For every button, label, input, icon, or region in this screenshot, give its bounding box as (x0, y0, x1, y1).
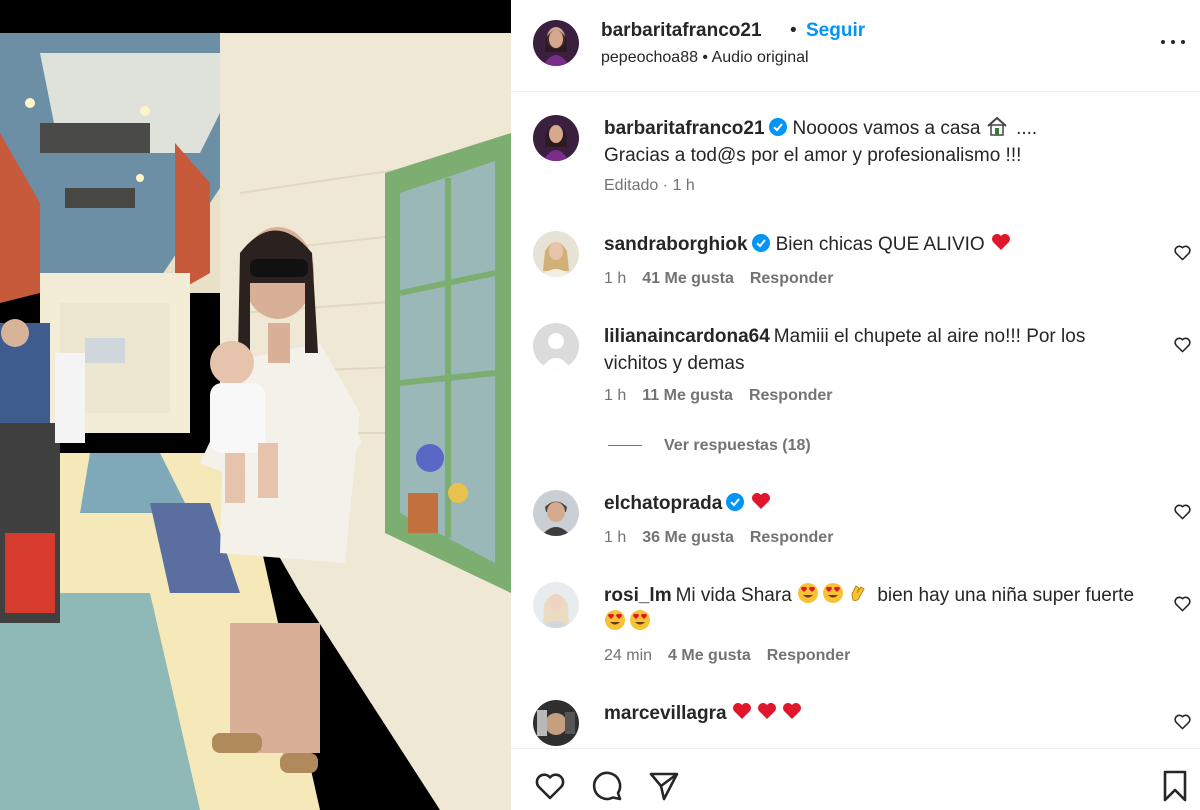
comments-list[interactable]: barbaritafranco21 Nooоos vamos a casa ...… (511, 93, 1200, 748)
caption-edited-time: Editado · 1 h (604, 177, 695, 194)
commenter-avatar[interactable] (533, 582, 579, 628)
comment-likes[interactable]: 36 Me gusta (642, 529, 734, 546)
heart-icon[interactable] (1173, 243, 1192, 262)
reply-button[interactable]: Responder (750, 529, 834, 546)
comment-meta: 1 h 36 Me gusta Responder (604, 529, 849, 547)
red-heart-emoji-icon (757, 703, 776, 719)
comment-text: Bien chicas QUE ALIVIO (775, 234, 985, 255)
header-separator: • (790, 20, 797, 41)
heart-icon[interactable] (1173, 594, 1192, 613)
comment-username[interactable]: elchatoprada (604, 493, 722, 514)
caption-ellipsis: .... (1016, 118, 1038, 139)
red-heart-emoji-icon (991, 234, 1010, 250)
post-panel: barbaritafranco21 • Seguir pepeochoa88 •… (511, 0, 1200, 810)
action-bar (511, 748, 1200, 810)
clapping-hands-emoji-icon (851, 585, 865, 601)
comment-text-line2: vichitos y demas (604, 353, 745, 374)
caption-username[interactable]: barbaritafranco21 (604, 118, 765, 139)
comment-likes[interactable]: 4 Me gusta (668, 647, 751, 664)
commenter-avatar-default[interactable] (533, 323, 579, 369)
audio-attribution[interactable]: pepeochoa88 • Audio original (601, 49, 809, 67)
comment-time: 24 min (604, 647, 653, 664)
comment-body: marcevillagra (604, 700, 1156, 727)
house-emoji-icon (987, 116, 1007, 136)
heart-icon[interactable] (1173, 712, 1192, 731)
caption-text: Nooоos vamos a casa (792, 118, 981, 139)
post-header: barbaritafranco21 • Seguir pepeochoa88 •… (511, 0, 1200, 92)
replies-divider (608, 445, 642, 447)
comment-likes[interactable]: 11 Me gusta (642, 387, 733, 404)
commenter-avatar[interactable] (533, 700, 579, 746)
comment-body: elchatoprada (604, 490, 1156, 517)
follow-button[interactable]: Seguir (806, 20, 865, 42)
comment-meta: 24 min 4 Me gusta Responder (604, 647, 866, 665)
comment-bubble-icon[interactable] (590, 769, 624, 803)
red-heart-emoji-icon (752, 493, 771, 509)
comment-meta: 1 h 11 Me gusta Responder (604, 387, 849, 405)
heart-eyes-emoji-icon (605, 610, 625, 630)
comment-time: 1 h (604, 529, 627, 546)
red-heart-emoji-icon (782, 703, 801, 719)
heart-eyes-emoji-icon (630, 610, 650, 630)
comment-text-after: bien hay una niña super fuerte (877, 585, 1135, 606)
comment-likes[interactable]: 41 Me gusta (642, 270, 734, 287)
caption-avatar[interactable] (533, 115, 579, 161)
comment-username[interactable]: sandraborghiok (604, 234, 748, 255)
paper-plane-icon[interactable] (647, 769, 681, 803)
comment-meta: 1 h 41 Me gusta Responder (604, 270, 849, 288)
verified-badge-icon (726, 493, 745, 511)
commenter-avatar[interactable] (533, 490, 579, 536)
view-replies-button[interactable]: Ver respuestas (18) (608, 437, 811, 455)
red-heart-emoji-icon (732, 703, 751, 719)
heart-eyes-emoji-icon (798, 583, 819, 603)
comment-body: lilianaincardona64 Mamiii el chupete al a… (604, 323, 1156, 377)
video-frame[interactable] (0, 33, 511, 810)
verified-badge-icon (751, 234, 770, 252)
heart-icon[interactable] (533, 769, 567, 803)
comment-username[interactable]: lilianaincardona64 (604, 326, 770, 347)
heart-icon[interactable] (1173, 335, 1192, 354)
caption-meta: Editado · 1 h (604, 177, 711, 195)
comment-body: rosi_lm Mi vida Shara bien hay una niña s… (604, 582, 1156, 636)
comment-text: Mi vida Shara (675, 585, 792, 606)
bookmark-icon[interactable] (1158, 769, 1192, 803)
heart-icon[interactable] (1173, 502, 1192, 521)
comment-username[interactable]: marcevillagra (604, 703, 727, 724)
comment-body: sandraborghiok Bien chicas QUE ALIVIO (604, 231, 1156, 258)
heart-eyes-emoji-icon (823, 583, 844, 603)
verified-badge-icon (768, 118, 787, 136)
comment-text: Mamiii el chupete al aire no!!! Por los (773, 326, 1086, 347)
reply-button[interactable]: Responder (767, 647, 851, 664)
post-media[interactable] (0, 0, 511, 810)
hospital-corridor-video (0, 33, 511, 810)
caption-text-line2: Gracias a tod@s por el amor y profesiona… (604, 145, 1022, 166)
more-options-icon[interactable] (1158, 30, 1188, 54)
reply-button[interactable]: Responder (750, 270, 834, 287)
comment-time: 1 h (604, 387, 627, 404)
author-username[interactable]: barbaritafranco21 (601, 20, 762, 42)
reply-button[interactable]: Responder (749, 387, 833, 404)
caption-body: barbaritafranco21 Nooоos vamos a casa ...… (604, 115, 1156, 169)
author-avatar[interactable] (533, 20, 579, 66)
comment-username[interactable]: rosi_lm (604, 585, 672, 606)
comment-time: 1 h (604, 270, 627, 287)
view-replies-label[interactable]: Ver respuestas (18) (664, 437, 811, 454)
commenter-avatar[interactable] (533, 231, 579, 277)
